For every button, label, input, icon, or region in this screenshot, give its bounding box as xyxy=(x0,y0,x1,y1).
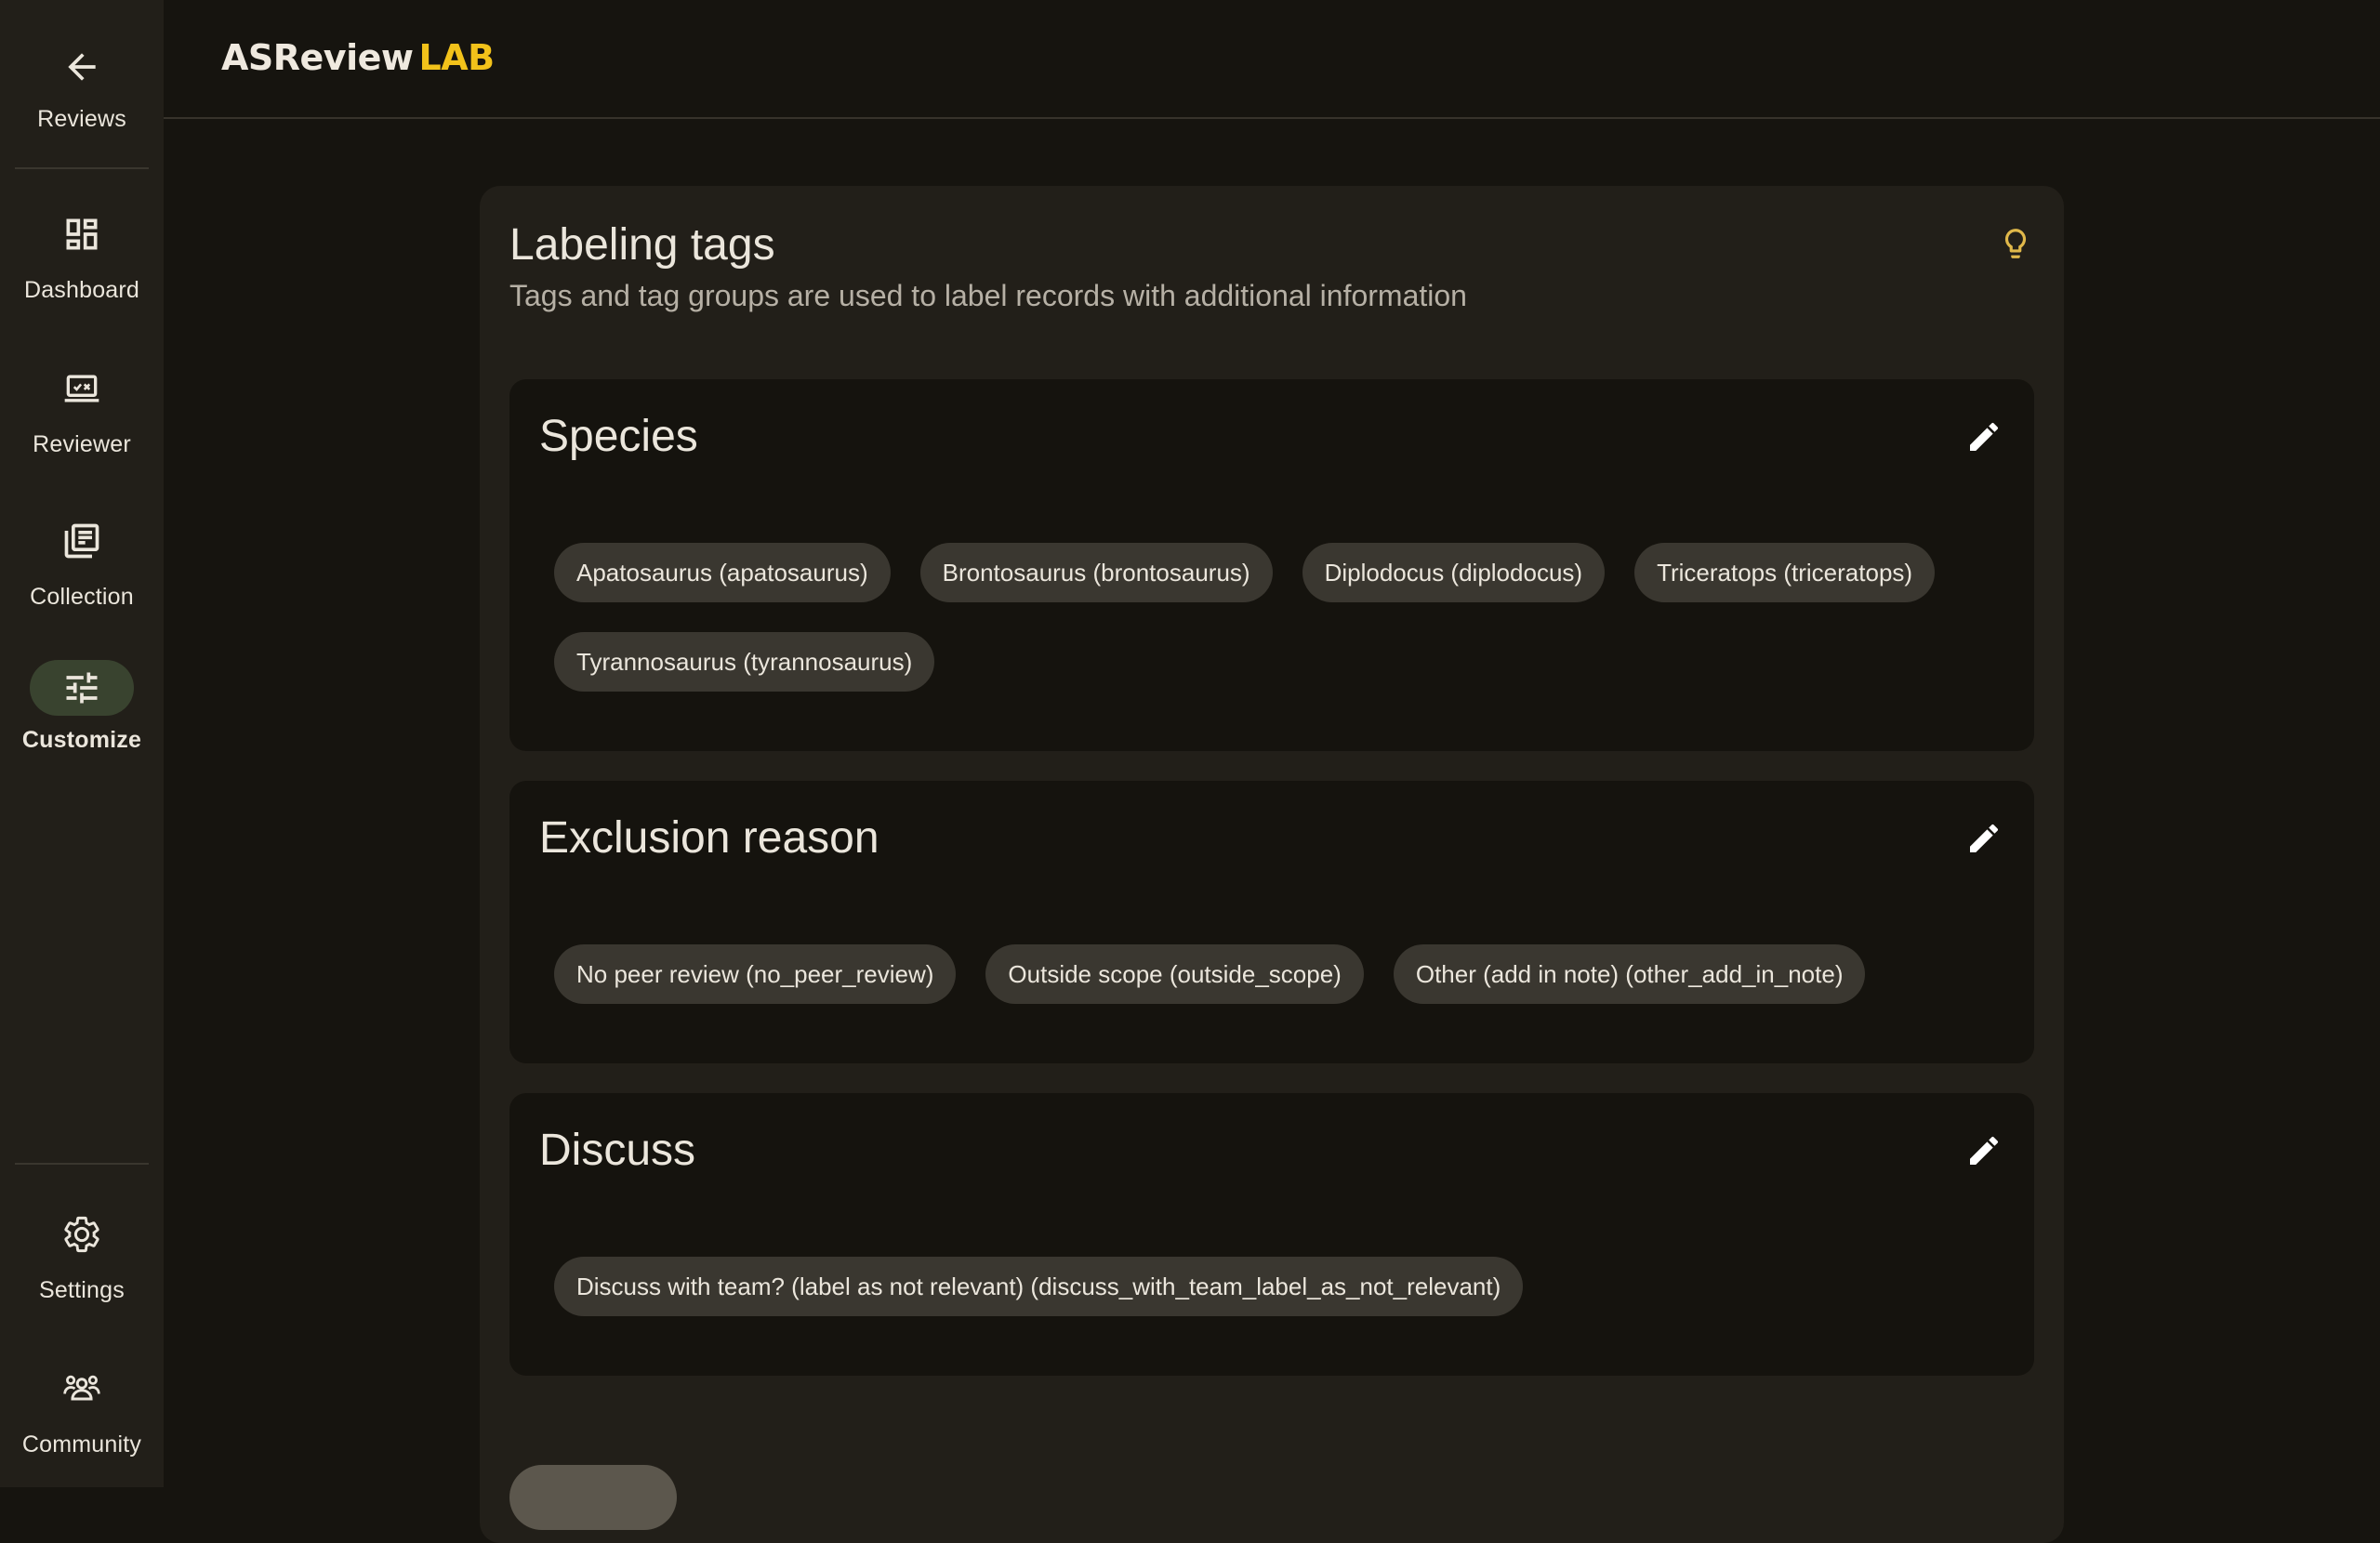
pencil-icon xyxy=(1965,1132,2003,1174)
logo-primary-text: ASReview xyxy=(221,37,414,78)
edit-tag-group-button[interactable] xyxy=(1956,1125,2012,1180)
tag-chip[interactable]: Brontosaurus (brontosaurus) xyxy=(919,543,1273,602)
edit-tag-group-button[interactable] xyxy=(1956,812,2012,868)
nav-reviewer-label: Reviewer xyxy=(33,431,131,457)
nav-settings-label: Settings xyxy=(39,1277,125,1303)
gear-icon xyxy=(52,1205,112,1264)
tag-group-species: Species Apatosaurus (apatosaurus) Bronto… xyxy=(509,379,2034,751)
app-logo[interactable]: ASReview LAB xyxy=(221,37,495,78)
nav-reviews[interactable]: Reviews xyxy=(0,37,164,149)
tag-group-title: Discuss xyxy=(539,1126,696,1175)
tag-chip[interactable]: Other (add in note) (other_add_in_note) xyxy=(1393,944,1866,1004)
nav-community[interactable]: Community xyxy=(0,1346,164,1485)
arrow-left-icon xyxy=(52,37,112,97)
nav-community-label: Community xyxy=(21,1431,142,1457)
tag-chip[interactable]: Tyrannosaurus (tyrannosaurus) xyxy=(554,632,935,692)
collection-icon xyxy=(52,511,112,571)
tag-chip-list: Apatosaurus (apatosaurus) Brontosaurus (… xyxy=(554,543,1990,692)
tag-chip[interactable]: No peer review (no_peer_review) xyxy=(554,944,957,1004)
top-bar: ASReview LAB xyxy=(164,0,2380,119)
logo-accent-text: LAB xyxy=(418,37,495,78)
nav-collection-label: Collection xyxy=(30,584,134,610)
sidebar: Reviews Dashboard Reviewer Collection Cu… xyxy=(0,0,164,1487)
page-subtitle: Tags and tag groups are used to label re… xyxy=(509,279,1467,312)
nav-dashboard-label: Dashboard xyxy=(23,277,140,303)
nav-divider xyxy=(15,167,149,169)
tag-group-title: Exclusion reason xyxy=(539,813,879,863)
tag-group-title: Species xyxy=(539,412,698,461)
tips-button[interactable] xyxy=(1988,218,2043,273)
pencil-icon xyxy=(1965,418,2003,460)
tune-icon xyxy=(30,660,134,716)
nav-settings[interactable]: Settings xyxy=(0,1192,164,1331)
tag-group-exclusion-reason: Exclusion reason No peer review (no_peer… xyxy=(509,781,2034,1063)
pencil-icon xyxy=(1965,820,2003,862)
lightbulb-icon xyxy=(1998,226,2033,266)
nav-collection[interactable]: Collection xyxy=(0,498,164,638)
labeling-tags-card: Labeling tags Tags and tag groups are us… xyxy=(480,186,2064,1543)
nav-reviews-label: Reviews xyxy=(37,106,126,132)
dashboard-icon xyxy=(52,204,112,264)
add-tag-group-button[interactable] xyxy=(509,1465,677,1530)
tag-chip[interactable]: Apatosaurus (apatosaurus) xyxy=(554,543,891,602)
edit-tag-group-button[interactable] xyxy=(1956,411,2012,467)
nav-customize[interactable]: Customize xyxy=(0,645,164,785)
nav-dashboard[interactable]: Dashboard xyxy=(0,191,164,331)
tag-group-discuss: Discuss Discuss with team? (label as not… xyxy=(509,1093,2034,1376)
nav-reviewer[interactable]: Reviewer xyxy=(0,346,164,485)
nav-customize-label: Customize xyxy=(21,727,142,753)
tag-chip[interactable]: Diplodocus (diplodocus) xyxy=(1302,543,1606,602)
tag-chip[interactable]: Discuss with team? (label as not relevan… xyxy=(554,1257,1524,1316)
tag-chip-list: Discuss with team? (label as not relevan… xyxy=(554,1257,1990,1316)
community-icon xyxy=(52,1359,112,1418)
tag-chip[interactable]: Outside scope (outside_scope) xyxy=(985,944,1364,1004)
page-title: Labeling tags xyxy=(509,220,775,270)
tag-chip-list: No peer review (no_peer_review) Outside … xyxy=(554,944,1990,1004)
nav-divider xyxy=(15,1163,149,1165)
reviewer-laptop-icon xyxy=(52,359,112,418)
tag-chip[interactable]: Triceratops (triceratops) xyxy=(1634,543,1936,602)
